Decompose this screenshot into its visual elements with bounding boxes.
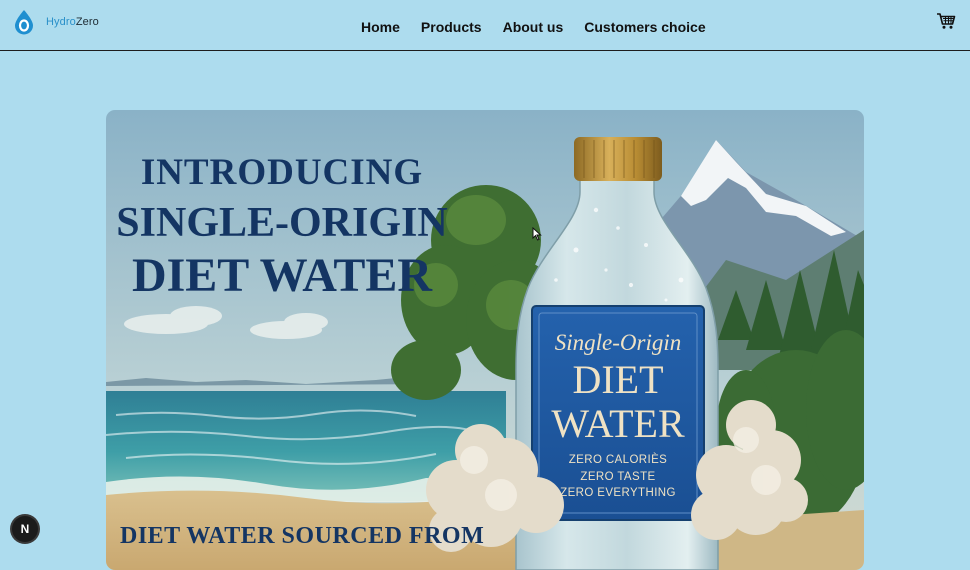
brand-logo[interactable]: HydroZero: [12, 9, 99, 35]
brand-name: HydroZero: [46, 16, 99, 28]
hero-subheadline: DIET WATER SOURCED FROM: [120, 523, 485, 549]
headline-line-1: INTRODUCING: [140, 152, 424, 193]
headline-line-3: DIET WATER: [131, 249, 433, 302]
nav-customers-choice[interactable]: Customers choice: [584, 19, 705, 35]
hero-banner: INTRODUCING SINGLE-ORIGIN DIET WATER Sin…: [106, 110, 864, 570]
nav-home[interactable]: Home: [361, 19, 400, 35]
main-nav: Home Products About us Customers choice: [361, 19, 727, 35]
nav-products[interactable]: Products: [421, 19, 482, 35]
top-navigation-bar: HydroZero Home Products About us Custome…: [0, 0, 970, 51]
hero-headline: INTRODUCING SINGLE-ORIGIN DIET WATER: [106, 154, 458, 300]
bottle-label-water: WATER: [551, 401, 685, 446]
brand-name-part2: Zero: [75, 16, 99, 28]
shopping-cart-icon: [937, 13, 956, 29]
water-drop-logo-icon: [15, 10, 33, 35]
cart-button[interactable]: [936, 12, 956, 35]
brand-name-part1: Hydro: [46, 16, 76, 28]
bottle-label-diet: DIET: [572, 357, 664, 402]
bottle-label-tagline-3: ZERO EVERYTHING: [560, 487, 676, 499]
dev-tools-badge[interactable]: N: [12, 516, 38, 542]
nav-about-us[interactable]: About us: [503, 19, 564, 35]
mouse-pointer-icon: [532, 227, 542, 241]
bottle-label-script: Single-Origin: [554, 330, 682, 355]
headline-line-2: SINGLE-ORIGIN: [116, 200, 448, 246]
bottle-label-tagline-2: ZERO TASTE: [580, 471, 656, 483]
bottle-label-tagline-1: ZERO CALORIÈS: [568, 454, 668, 466]
